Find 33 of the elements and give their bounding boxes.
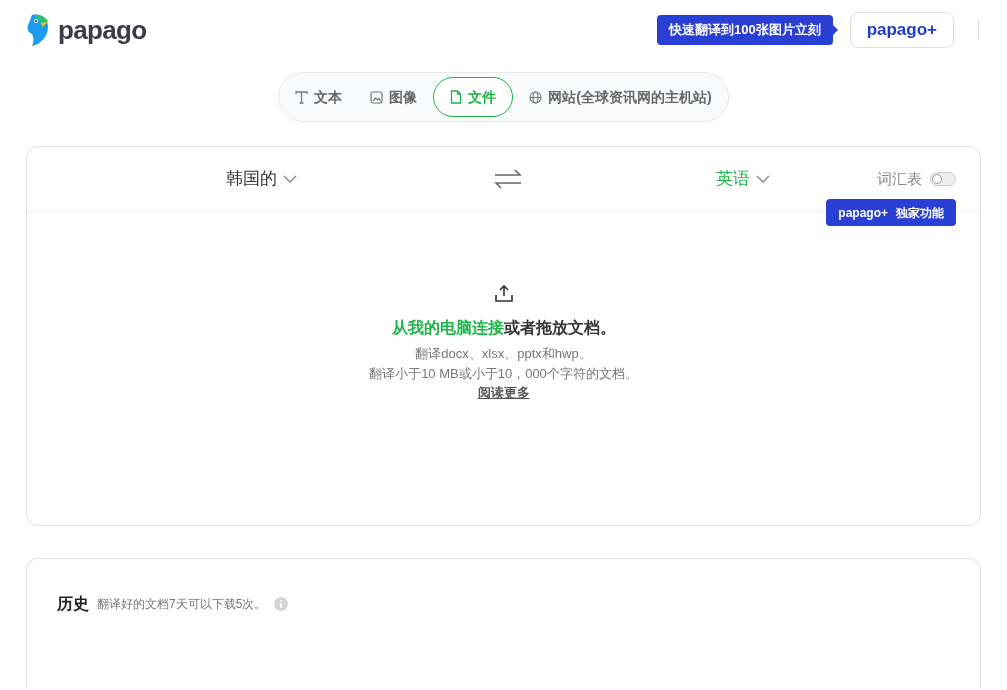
exclusive-feature-badge: papago+ 独家功能 (826, 199, 956, 226)
tab-label: 文件 (468, 87, 497, 107)
read-more-link[interactable]: 阅读更多 (477, 383, 530, 403)
chevron-down-icon (756, 174, 770, 184)
parrot-logo-icon (26, 14, 50, 46)
source-language-dropdown[interactable]: 韩国的 (226, 166, 297, 192)
tab-label: 文本 (314, 87, 343, 107)
tooltip-pointer-icon (832, 25, 838, 35)
document-icon (450, 90, 463, 104)
glossary-toggle[interactable] (930, 172, 956, 186)
text-icon (295, 90, 309, 104)
promo-tooltip: 快速翻译到100张图片立刻 (656, 15, 833, 45)
image-icon (370, 90, 384, 104)
history-note: 翻译好的文档7天可以下载5次。 (97, 596, 267, 613)
info-icon[interactable] (274, 597, 289, 611)
logo-text: papago (58, 13, 147, 47)
glossary-label: 词汇表 (877, 168, 922, 189)
history-title: 历史 (57, 594, 89, 614)
tab-label: 图像 (389, 87, 418, 107)
size-limit-text: 翻译小于10 MB或小于10，000个字符的文档。 (369, 364, 638, 383)
chevron-down-icon (283, 174, 297, 184)
papago-plus-button[interactable]: papago+ (849, 12, 954, 48)
globe-icon (529, 90, 543, 104)
upload-icon (494, 284, 513, 302)
mode-tab[interactable]: 网站(全球资讯网的主机站) (517, 77, 724, 117)
target-language-dropdown[interactable]: 英语 (716, 166, 770, 192)
drop-prompt: 或者拖放文档。 (503, 318, 616, 338)
swap-languages-icon[interactable] (494, 168, 522, 190)
mode-tab[interactable]: 文件 (433, 77, 514, 117)
mode-tab[interactable]: 文本 (283, 77, 355, 117)
mode-tab[interactable]: 图像 (358, 77, 430, 117)
supported-formats-text: 翻译docx、xlsx、pptx和hwp。 (415, 345, 592, 363)
tab-label: 网站(全球资讯网的主机站) (548, 87, 712, 107)
